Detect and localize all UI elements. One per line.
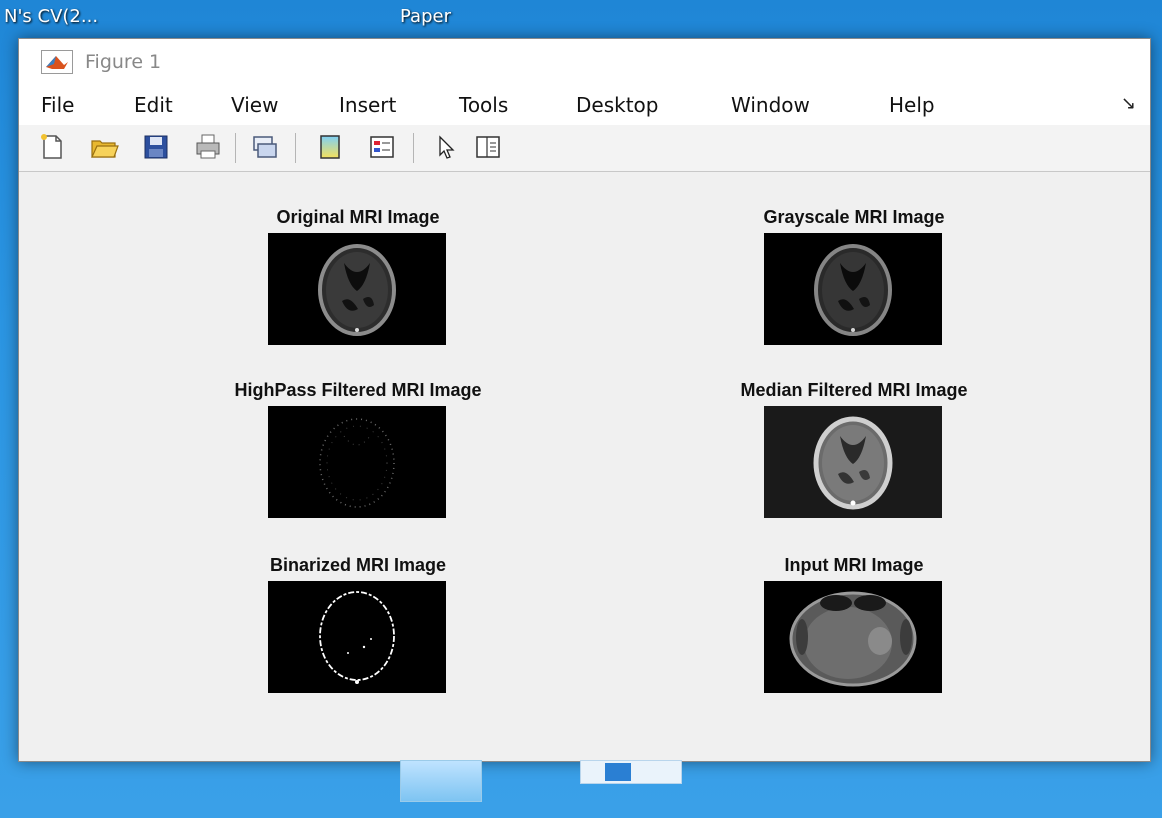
title-bar[interactable]: Figure 1 <box>19 39 1150 85</box>
matlab-icon <box>41 50 73 74</box>
menu-window[interactable]: Window <box>731 93 810 117</box>
menu-desktop[interactable]: Desktop <box>576 93 658 117</box>
insert-colorbar-icon[interactable] <box>315 132 345 162</box>
toolbar-separator <box>235 133 236 163</box>
menu-insert[interactable]: Insert <box>339 93 396 117</box>
figure-window: Figure 1 File Edit View Insert Tools Des… <box>18 38 1151 762</box>
menu-tools[interactable]: Tools <box>459 93 508 117</box>
property-editor-icon[interactable] <box>473 132 503 162</box>
mri-image-binarized[interactable] <box>268 581 446 693</box>
toolbar-separator <box>295 133 296 163</box>
print-icon[interactable] <box>193 132 223 162</box>
menu-overflow-icon[interactable]: ↘ <box>1121 93 1136 114</box>
window-thumbnail-icon[interactable] <box>580 760 682 784</box>
subplot-title: Median Filtered MRI Image <box>740 380 968 400</box>
desktop-icon-label-cv[interactable]: N's CV(2... <box>4 6 98 27</box>
desktop-bottom-area <box>0 760 1162 818</box>
toolbar <box>19 125 1150 172</box>
link-plot-icon[interactable] <box>249 132 279 162</box>
menu-view[interactable]: View <box>231 93 278 117</box>
document-icon[interactable] <box>400 760 482 802</box>
insert-legend-icon[interactable] <box>367 132 397 162</box>
open-file-icon[interactable] <box>89 132 119 162</box>
mri-image-input[interactable] <box>764 581 942 693</box>
menu-file[interactable]: File <box>41 93 74 117</box>
subplot-title: Input MRI Image <box>784 555 924 575</box>
desktop-icon-label-paper[interactable]: Paper <box>400 6 451 27</box>
subplot-title: Original MRI Image <box>276 207 440 227</box>
mri-image-grayscale[interactable] <box>764 233 942 345</box>
menu-edit[interactable]: Edit <box>134 93 173 117</box>
mri-image-highpass[interactable] <box>268 406 446 518</box>
save-icon[interactable] <box>141 132 171 162</box>
mri-image-median[interactable] <box>764 406 942 518</box>
window-title: Figure 1 <box>85 51 162 73</box>
figure-canvas[interactable]: Original MRI Image Grayscale MRI Image H… <box>19 173 1150 761</box>
menu-help[interactable]: Help <box>889 93 935 117</box>
subplot-title: Grayscale MRI Image <box>763 207 945 227</box>
mri-image-original[interactable] <box>268 233 446 345</box>
menu-bar: File Edit View Insert Tools Desktop Wind… <box>19 85 1150 125</box>
edit-plot-icon[interactable] <box>431 132 461 162</box>
new-figure-icon[interactable] <box>37 132 67 162</box>
toolbar-separator <box>413 133 414 163</box>
subplot-title: Binarized MRI Image <box>269 555 447 575</box>
subplot-title: HighPass Filtered MRI Image <box>234 380 482 400</box>
